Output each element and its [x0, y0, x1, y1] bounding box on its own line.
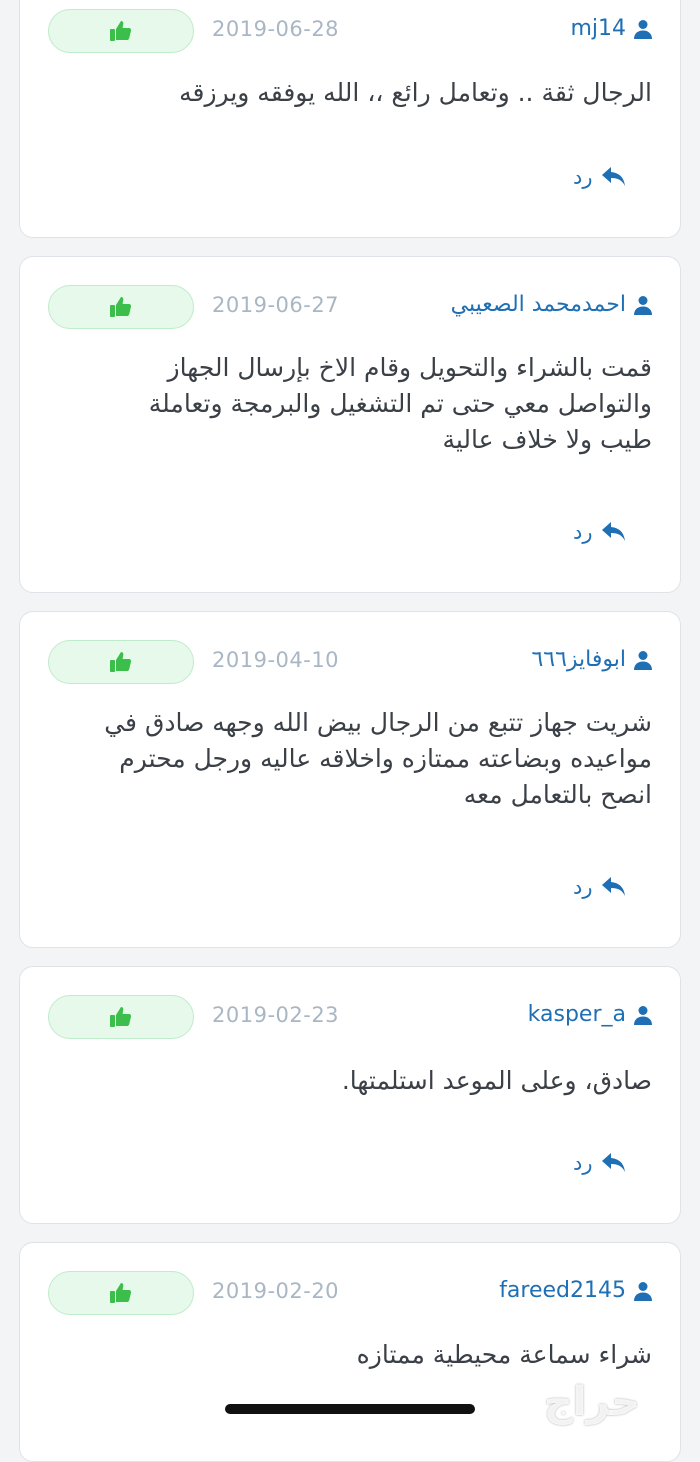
- like-button[interactable]: [48, 1271, 194, 1315]
- reviewer-username[interactable]: kasper_a: [528, 997, 626, 1033]
- reply-icon: [601, 167, 625, 186]
- reply-icon: [601, 522, 625, 541]
- review-date: 2019-02-23: [212, 1003, 340, 1027]
- reviewer-username[interactable]: fareed2145: [499, 1273, 626, 1309]
- reviewer-username[interactable]: mj14: [570, 11, 626, 47]
- thumbs-up-icon: [110, 297, 132, 317]
- review-date: 2019-04-10: [212, 648, 340, 672]
- reply-label[interactable]: رد: [573, 520, 593, 544]
- user-icon: [634, 1282, 652, 1301]
- reply-label[interactable]: رد: [573, 1151, 593, 1175]
- review-text: شراء سماعة محيطية ممتازه: [356, 1340, 652, 1369]
- reviewer-username[interactable]: ابوفايز٦٦٦: [531, 642, 626, 678]
- review-card: 2019-06-28 mj14 الرجال ثقة .. وتعامل رائ…: [19, 0, 681, 238]
- review-text: الرجال ثقة .. وتعامل رائع ،، الله يوفقه …: [179, 78, 652, 107]
- user-icon: [634, 651, 652, 670]
- review-text: شريت جهاز تتبع من الرجال بيض الله وجهه ص…: [104, 708, 652, 809]
- thumbs-up-icon: [110, 1007, 132, 1027]
- like-button[interactable]: [48, 640, 194, 684]
- reply-button[interactable]: رد: [573, 159, 627, 195]
- review-card: 2019-06-27 احمدمحمد الصعيبي قمت بالشراء …: [19, 256, 681, 593]
- like-button[interactable]: [48, 285, 194, 329]
- review-date: 2019-06-28: [212, 17, 340, 41]
- thumbs-up-icon: [110, 21, 132, 41]
- thumbs-up-icon: [110, 652, 132, 672]
- reply-label[interactable]: رد: [573, 165, 593, 189]
- like-button[interactable]: [48, 995, 194, 1039]
- home-indicator[interactable]: [225, 1404, 475, 1414]
- review-card: 2019-02-23 kasper_a صادق، وعلى الموعد اس…: [19, 966, 681, 1224]
- reply-button[interactable]: رد: [573, 514, 627, 550]
- reply-label[interactable]: رد: [573, 875, 593, 899]
- thumbs-up-icon: [110, 1283, 132, 1303]
- reply-button[interactable]: رد: [573, 869, 627, 905]
- reviewer-name[interactable]: احمدمحمد الصعيبي: [451, 287, 652, 323]
- review-card: 2019-04-10 ابوفايز٦٦٦ شريت جهاز تتبع من …: [19, 611, 681, 948]
- reviewer-name[interactable]: mj14: [570, 11, 652, 47]
- review-text: صادق، وعلى الموعد استلمتها.: [341, 1066, 652, 1095]
- reviewer-name[interactable]: kasper_a: [528, 997, 652, 1033]
- reply-icon: [601, 1153, 625, 1172]
- site-watermark-logo: حراج: [543, 1379, 641, 1425]
- reviewer-name[interactable]: ابوفايز٦٦٦: [531, 642, 652, 678]
- reviewer-username[interactable]: احمدمحمد الصعيبي: [451, 287, 626, 323]
- review-card: 2019-02-20 fareed2145 شراء سماعة محيطية …: [19, 1242, 681, 1462]
- reviewer-name[interactable]: fareed2145: [499, 1273, 652, 1309]
- user-icon: [634, 20, 652, 39]
- reply-button[interactable]: رد: [573, 1145, 627, 1181]
- like-button[interactable]: [48, 9, 194, 53]
- review-date: 2019-02-20: [212, 1279, 340, 1303]
- review-text: قمت بالشراء والتحويل وقام الاخ بإرسال ال…: [148, 353, 652, 454]
- user-icon: [634, 1006, 652, 1025]
- reply-icon: [601, 877, 625, 896]
- user-icon: [634, 296, 652, 315]
- review-date: 2019-06-27: [212, 293, 340, 317]
